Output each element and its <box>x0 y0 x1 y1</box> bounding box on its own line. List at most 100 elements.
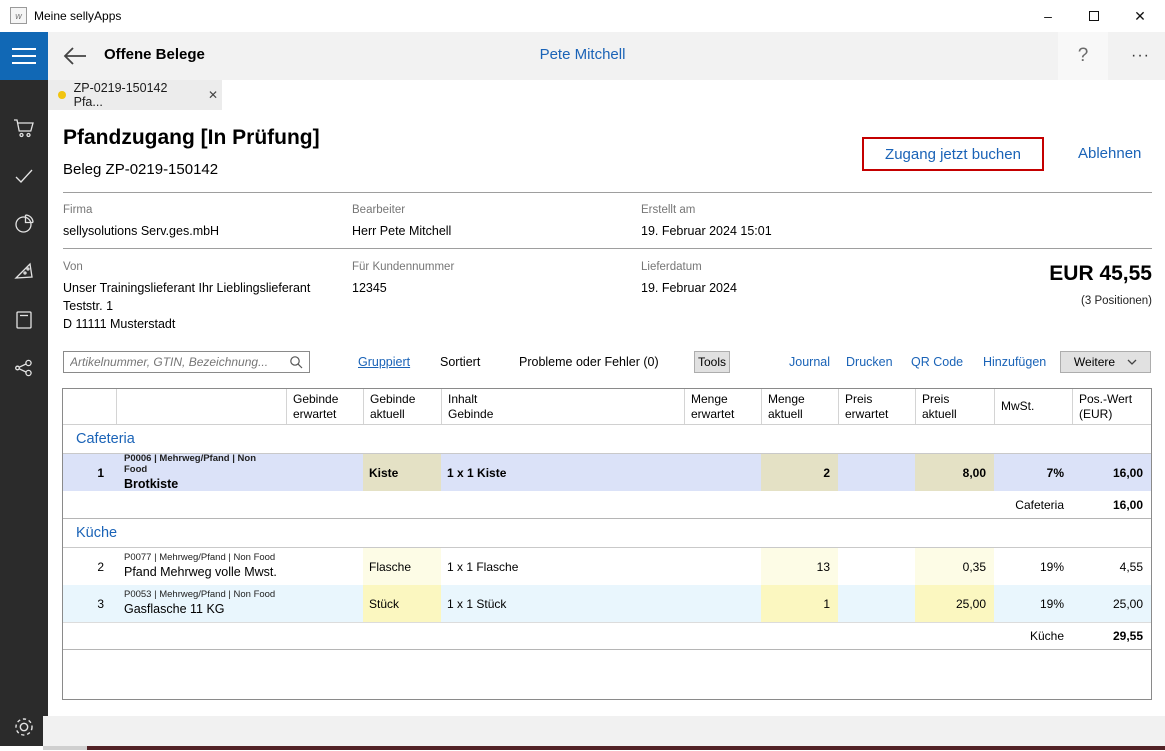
ellipsis-icon: ··· <box>1131 47 1150 64</box>
von-line3: D 11111 Musterstadt <box>63 317 176 331</box>
document-total: EUR 45,55 <box>1049 262 1152 285</box>
bottom-bar <box>87 746 1165 750</box>
article-name: Brotkiste <box>124 477 179 491</box>
preis-erwartet-cell <box>838 548 915 585</box>
row-number-cell: 1 <box>97 465 104 480</box>
pizza-slice-icon <box>14 262 33 279</box>
positions-table: Gebinde erwartet Gebinde aktuell Inhalt Ge… <box>62 388 1152 700</box>
column-header-1 <box>63 389 116 424</box>
article-meta: P0077 | Mehrweg/Pfand | Non Food <box>124 552 276 564</box>
preis-aktuell-cell[interactable]: 25,00 <box>915 585 994 622</box>
gebinde-aktuell-cell[interactable]: Kiste <box>363 454 441 491</box>
preis-aktuell-cell[interactable]: 0,35 <box>915 548 994 585</box>
search-input[interactable] <box>64 355 289 369</box>
subtotal-empty-cell <box>915 623 994 649</box>
sidebar-item-reports[interactable] <box>0 200 48 248</box>
bearbeiter-value: Herr Pete Mitchell <box>352 224 452 238</box>
window-minimize-button[interactable]: – <box>1025 0 1071 32</box>
mwst-cell: 19% <box>1039 596 1064 611</box>
menge-aktuell-cell[interactable]: 1 <box>761 585 838 622</box>
sidebar-item-catalog[interactable] <box>0 296 48 344</box>
gebinde-aktuell-cell[interactable]: Stück <box>363 585 441 622</box>
book-entry-button-label[interactable]: Zugang jetzt buchen <box>885 146 1021 163</box>
menge-aktuell-cell[interactable]: 2 <box>761 454 838 491</box>
gebinde-erwartet-cell <box>286 454 363 491</box>
help-icon: ? <box>1077 45 1089 66</box>
gear-icon <box>15 718 33 736</box>
reject-button[interactable]: Ablehnen <box>1078 145 1141 162</box>
row-number-cell: 2 <box>97 559 104 574</box>
window-close-button[interactable]: ✕ <box>1117 0 1163 32</box>
document-number: Beleg ZP-0219-150142 <box>63 161 219 178</box>
column-header-8: Preis erwartet <box>838 389 915 424</box>
erstellt-label: Erstellt am <box>641 204 696 216</box>
subtotal-empty-cell <box>838 491 915 518</box>
tools-button[interactable]: Tools <box>694 351 730 373</box>
article-cell[interactable]: P0053 | Mehrweg/Pfand | Non Food Gasflasc… <box>116 585 286 622</box>
mwst-cell: 19% <box>1039 559 1064 574</box>
journal-link[interactable]: Journal <box>789 355 830 369</box>
sortiert-toggle[interactable]: Sortiert <box>440 355 480 369</box>
menge-aktuell-cell[interactable]: 13 <box>761 548 838 585</box>
column-header-9: Preis aktuell <box>915 389 994 424</box>
subtotal-empty-cell <box>363 491 441 518</box>
erstellt-value: 19. Februar 2024 15:01 <box>641 224 772 238</box>
inhalt-gebinde-cell: 1 x 1 Kiste <box>447 465 507 480</box>
more-options-button[interactable]: ··· <box>1116 32 1165 80</box>
article-cell[interactable]: P0006 | Mehrweg/Pfand | Non Food Brotkist… <box>116 454 286 491</box>
menge-erwartet-cell <box>684 585 761 622</box>
qr-code-link[interactable]: QR Code <box>911 355 963 369</box>
hinzufuegen-link[interactable]: Hinzufügen <box>983 355 1046 369</box>
sidebar-item-share[interactable] <box>0 344 48 392</box>
von-line1: Unser Trainingslieferant Ihr Lieblingsli… <box>63 281 311 295</box>
table-header-row: Gebinde erwartet Gebinde aktuell Inhalt Ge… <box>63 389 1151 425</box>
preis-aktuell-cell[interactable]: 8,00 <box>915 454 994 491</box>
status-strip <box>43 716 1165 746</box>
sidebar <box>0 80 48 746</box>
tab-document[interactable]: ZP-0219-150142 Pfa... ✕ <box>48 80 222 110</box>
table-row[interactable]: 2 P0077 | Mehrweg/Pfand | Non Food Pfand M… <box>63 548 1151 585</box>
article-search-box[interactable] <box>63 351 310 373</box>
subtotal-label: Küche <box>1029 629 1064 643</box>
sidebar-item-tasks[interactable] <box>0 152 48 200</box>
subtotal-value: 29,55 <box>1112 629 1143 643</box>
window-maximize-button[interactable] <box>1071 0 1117 32</box>
book-entry-button-annotated[interactable]: Zugang jetzt buchen <box>862 137 1044 171</box>
article-name: Pfand Mehrweg volle Mwst. <box>124 565 277 580</box>
article-meta: P0053 | Mehrweg/Pfand | Non Food <box>124 589 276 601</box>
subtotal-empty-cell <box>116 623 286 649</box>
column-header-7: Menge aktuell <box>761 389 838 424</box>
maximize-icon <box>1089 11 1099 21</box>
gebinde-erwartet-cell <box>286 548 363 585</box>
sidebar-item-settings[interactable] <box>0 703 48 751</box>
subtotal-empty-cell <box>286 623 363 649</box>
window-titlebar: w Meine sellyApps – ✕ <box>0 0 1165 32</box>
menge-erwartet-cell <box>684 454 761 491</box>
row-number-cell: 3 <box>97 596 104 611</box>
weitere-label: Weitere <box>1073 355 1116 369</box>
user-name-link[interactable]: Pete Mitchell <box>0 46 1165 63</box>
subtotal-empty-cell <box>441 491 684 518</box>
column-header-4: Gebinde aktuell <box>363 389 441 424</box>
column-header-10: MwSt. <box>994 389 1072 424</box>
weitere-dropdown-button[interactable]: Weitere <box>1060 351 1151 373</box>
gruppiert-toggle[interactable]: Gruppiert <box>358 355 410 369</box>
pos-wert-cell: 25,00 <box>1112 596 1143 611</box>
subtotal-label: Cafeteria <box>1015 497 1064 512</box>
inhalt-gebinde-cell: 1 x 1 Flasche <box>447 559 519 574</box>
article-meta: P0006 | Mehrweg/Pfand | Non Food <box>124 454 257 476</box>
sidebar-item-products[interactable] <box>0 248 48 296</box>
probleme-toggle[interactable]: Probleme oder Fehler (0) <box>519 355 659 369</box>
sidebar-item-cart[interactable] <box>0 104 48 152</box>
tab-close-button[interactable]: ✕ <box>204 86 222 104</box>
gebinde-aktuell-cell[interactable]: Flasche <box>363 548 441 585</box>
column-header-2 <box>116 389 286 424</box>
positions-count: (3 Positionen) <box>1081 295 1152 307</box>
table-row[interactable]: 3 P0053 | Mehrweg/Pfand | Non Food Gasflas… <box>63 585 1151 622</box>
table-row[interactable]: 1 P0006 | Mehrweg/Pfand | Non Food Brotkis… <box>63 454 1151 491</box>
drucken-link[interactable]: Drucken <box>846 355 893 369</box>
help-button[interactable]: ? <box>1058 32 1108 80</box>
article-cell[interactable]: P0077 | Mehrweg/Pfand | Non Food Pfand Me… <box>116 548 286 585</box>
window-title: Meine sellyApps <box>34 9 122 23</box>
document-title: Pfandzugang [In Prüfung] <box>63 126 320 149</box>
